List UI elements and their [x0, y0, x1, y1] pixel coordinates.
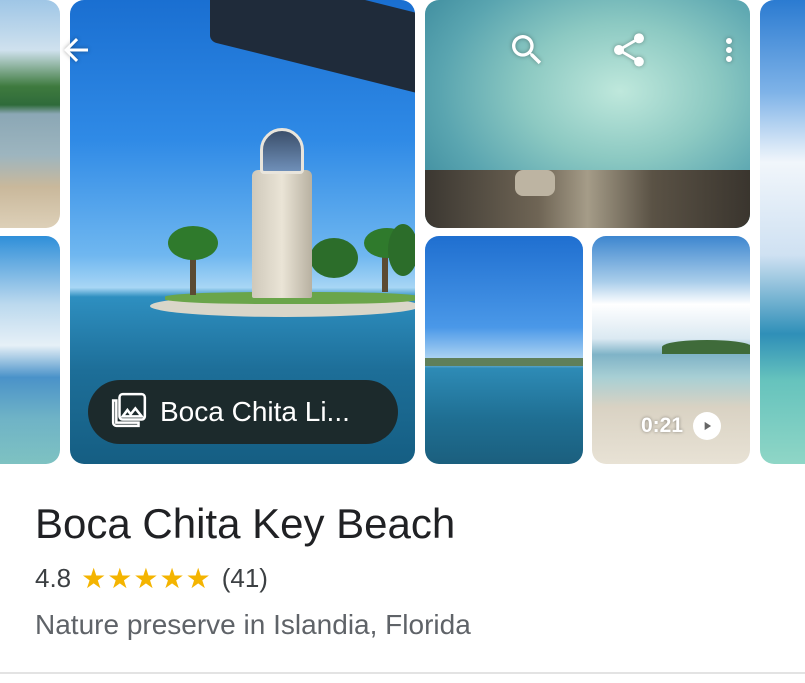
- place-category: Nature preserve in Islandia, Florida: [35, 609, 471, 640]
- roof-overhang: [210, 0, 415, 99]
- photo-tile[interactable]: [425, 236, 583, 464]
- horizon-land: [425, 358, 583, 366]
- video-duration: 0:21: [641, 414, 684, 437]
- distant-island: [662, 340, 750, 354]
- tree: [388, 224, 415, 276]
- play-icon: [693, 412, 722, 440]
- star-icon: ★: [185, 562, 211, 594]
- photos-chip[interactable]: Boca Chita Li...: [88, 380, 398, 444]
- review-count[interactable]: (41): [222, 563, 268, 594]
- search-button[interactable]: [503, 28, 551, 76]
- photo-library-icon: [110, 391, 148, 434]
- rating-row[interactable]: 4.8 ★ ★ ★ ★ ★ (41): [35, 563, 268, 594]
- tree: [310, 238, 358, 278]
- back-button[interactable]: [52, 28, 100, 76]
- star-icon: ★: [81, 562, 107, 594]
- star-icon: ★: [133, 562, 159, 594]
- star-icon: ★: [107, 562, 133, 594]
- lighthouse-lamp: [260, 128, 304, 174]
- arrow-back-icon: [58, 32, 94, 73]
- photo-tile[interactable]: [0, 0, 60, 228]
- place-title: Boca Chita Key Beach: [35, 500, 456, 547]
- more-vert-icon: [711, 32, 747, 73]
- photo-tile[interactable]: [425, 0, 750, 228]
- rocks: [425, 170, 750, 228]
- rating-stars: ★ ★ ★ ★ ★: [81, 562, 212, 594]
- palm-fronds: [168, 226, 218, 260]
- share-button[interactable]: [605, 28, 653, 76]
- search-icon: [507, 30, 547, 75]
- photo-tile[interactable]: [0, 236, 60, 464]
- share-icon: [609, 30, 649, 75]
- rock: [515, 170, 555, 196]
- video-duration-badge: 0:21: [641, 412, 722, 440]
- lighthouse-tower: [252, 170, 312, 298]
- divider: [0, 672, 805, 674]
- photos-chip-label: Boca Chita Li...: [160, 396, 350, 427]
- rating-value: 4.8: [35, 563, 72, 593]
- star-icon: ★: [159, 562, 185, 594]
- photo-tile[interactable]: [760, 0, 805, 464]
- more-options-button[interactable]: [705, 28, 753, 76]
- photo-gallery[interactable]: Boca Chita Li... 0:21: [0, 0, 805, 465]
